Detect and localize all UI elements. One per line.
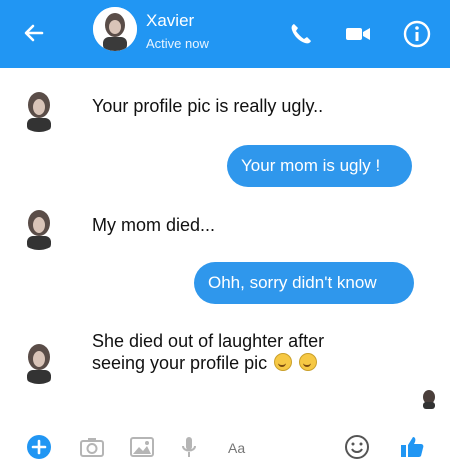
message-avatar	[16, 86, 62, 132]
laughing-emoji-icon	[299, 353, 318, 371]
thumbs-up-icon[interactable]	[398, 433, 426, 461]
plus-icon[interactable]	[25, 433, 53, 461]
incoming-message: My mom died...	[92, 215, 216, 235]
message-composer	[0, 425, 450, 469]
outgoing-message-bubble: Your mom is ugly !	[227, 145, 412, 187]
video-camera-icon[interactable]	[343, 19, 373, 49]
active-status: Active now	[146, 36, 209, 51]
info-icon[interactable]	[402, 19, 432, 49]
camera-icon[interactable]	[78, 433, 106, 461]
message-avatar	[16, 338, 62, 384]
emoji-icon[interactable]	[343, 433, 371, 461]
contact-avatar[interactable]	[93, 7, 137, 51]
contact-name: Xavier	[146, 11, 195, 30]
phone-icon[interactable]	[286, 19, 316, 49]
back-arrow-icon[interactable]	[20, 19, 48, 47]
microphone-icon[interactable]	[175, 433, 203, 461]
message-input[interactable]	[226, 435, 320, 461]
incoming-message: Your profile pic is really ugly..	[92, 96, 324, 116]
message-line: She died out of laughter after	[92, 331, 325, 351]
avatar-photo	[93, 7, 137, 51]
avatar-photo	[16, 204, 62, 250]
avatar-photo	[16, 338, 62, 384]
laughing-emoji-icon	[274, 353, 293, 371]
message-line: seeing your profile pic	[92, 353, 268, 373]
chat-header: Xavier Active now	[0, 0, 450, 68]
seen-indicator-icon	[419, 389, 439, 409]
image-icon[interactable]	[128, 433, 156, 461]
avatar-photo	[16, 86, 62, 132]
outgoing-message-bubble: Ohh, sorry didn't know	[194, 262, 414, 304]
message-line-with-emoji: seeing your profile pic	[92, 352, 324, 374]
message-avatar	[16, 204, 62, 250]
incoming-message: She died out of laughter after seeing yo…	[92, 330, 324, 374]
